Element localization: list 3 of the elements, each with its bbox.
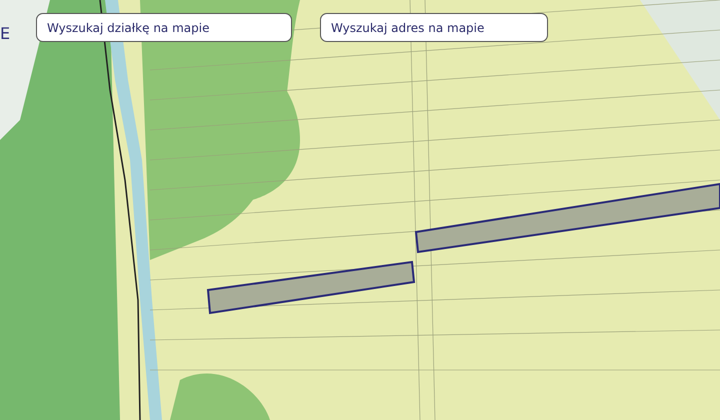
search-button[interactable]: Wyszukaj działkę na mapie [36, 13, 292, 42]
search-button[interactable]: Wyszukaj adres na mapie [320, 13, 548, 42]
edge-label: E [0, 26, 10, 42]
